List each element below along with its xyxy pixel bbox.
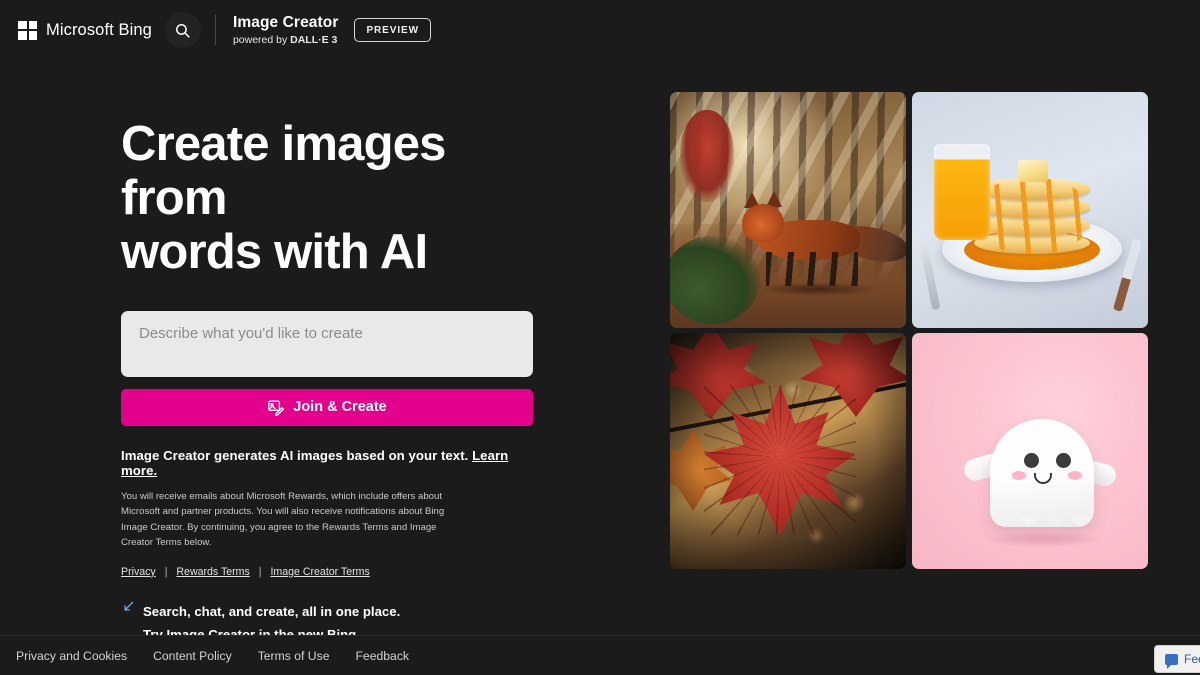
join-and-create-label: Join & Create xyxy=(293,399,386,415)
hero-section: Create images from words with AI Join & … xyxy=(121,118,541,644)
tagline-text: Image Creator generates AI images based … xyxy=(121,448,468,463)
sample-image-maple-leaf[interactable] xyxy=(670,333,906,569)
sparkle-icon xyxy=(121,600,135,614)
join-and-create-button[interactable]: Join & Create xyxy=(121,389,533,426)
top-navigation-bar: Microsoft Bing Image Creator powered by … xyxy=(0,0,1200,60)
image-edit-icon xyxy=(267,399,284,416)
footer-link-feedback[interactable]: Feedback xyxy=(355,649,409,663)
feedback-tab-label: Feedback xyxy=(1184,652,1200,666)
powered-by-prefix: powered by xyxy=(233,34,290,46)
orange-juice-glass-shape xyxy=(934,144,990,240)
header-divider xyxy=(215,15,216,45)
ghost-left-cheek-shape xyxy=(1012,471,1026,480)
headline-line-1: Create images from xyxy=(121,117,446,225)
microsoft-bing-logo-link[interactable]: Microsoft Bing xyxy=(18,21,152,40)
generator-tagline: Image Creator generates AI images based … xyxy=(121,448,541,478)
link-separator-2: | xyxy=(259,566,262,578)
product-title-block: Image Creator powered by DALL·E 3 xyxy=(233,14,339,46)
ghost-left-eye-shape xyxy=(1024,453,1039,468)
vignette-layer xyxy=(670,333,906,569)
preview-badge[interactable]: PREVIEW xyxy=(354,18,430,42)
page-title: Image Creator xyxy=(233,14,339,32)
legal-fineprint: You will receive emails about Microsoft … xyxy=(121,489,461,551)
brand-name-label: Microsoft Bing xyxy=(46,21,152,40)
feedback-tab[interactable]: Feedback xyxy=(1154,645,1200,673)
footer-link-terms-of-use[interactable]: Terms of Use xyxy=(258,649,330,663)
prompt-input[interactable] xyxy=(139,325,515,342)
privacy-link[interactable]: Privacy xyxy=(121,566,156,578)
prompt-input-container[interactable] xyxy=(121,311,533,377)
link-separator-1: | xyxy=(165,566,168,578)
search-glyph xyxy=(174,22,191,39)
powered-by-model: DALL·E 3 xyxy=(290,34,337,46)
ghost-right-cheek-shape xyxy=(1068,471,1082,480)
headline-line-2: words with AI xyxy=(121,225,427,279)
red-foliage-shape xyxy=(680,110,734,202)
powered-by-label: powered by DALL·E 3 xyxy=(233,34,339,46)
fork-shape xyxy=(919,244,939,310)
sample-image-pancakes[interactable] xyxy=(912,92,1148,328)
sample-image-fox[interactable] xyxy=(670,92,906,328)
fox-head-shape xyxy=(742,204,784,242)
fox-legs-shape xyxy=(766,252,858,286)
footer-link-privacy-and-cookies[interactable]: Privacy and Cookies xyxy=(16,649,127,663)
butter-pat-shape xyxy=(1018,160,1048,182)
speech-bubble-icon xyxy=(1165,654,1178,665)
sample-image-ghost[interactable] xyxy=(912,333,1148,569)
rewards-terms-link[interactable]: Rewards Terms xyxy=(176,566,249,578)
search-icon[interactable] xyxy=(165,12,201,48)
new-bing-promo-line1: Search, chat, and create, all in one pla… xyxy=(143,604,400,619)
syrup-drizzle-shape xyxy=(974,178,1090,254)
footer-link-content-policy[interactable]: Content Policy xyxy=(153,649,232,663)
hero-headline: Create images from words with AI xyxy=(121,118,541,280)
image-creator-terms-link[interactable]: Image Creator Terms xyxy=(270,566,369,578)
ghost-right-eye-shape xyxy=(1056,453,1071,468)
image-creator-landing-page: Microsoft Bing Image Creator powered by … xyxy=(0,0,1200,675)
legal-links-row: Privacy | Rewards Terms | Image Creator … xyxy=(121,566,541,578)
microsoft-logo-icon xyxy=(18,21,37,40)
sample-images-grid xyxy=(670,92,1148,569)
footer-bar: Privacy and Cookies Content Policy Terms… xyxy=(0,635,1200,675)
